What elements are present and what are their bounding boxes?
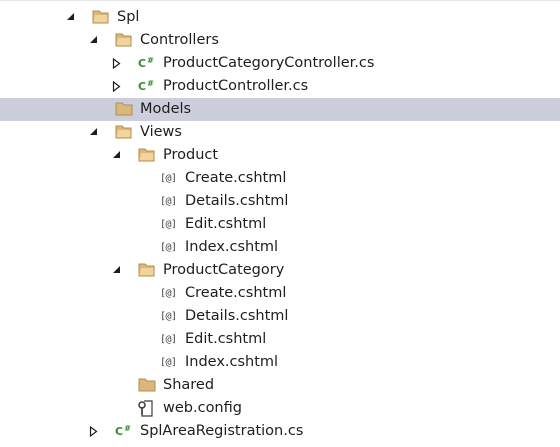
tree-item-product-index[interactable]: [@] Index.cshtml xyxy=(0,236,560,259)
tree-item-controllers[interactable]: Controllers xyxy=(0,29,560,52)
tree-item-productcategorycontroller[interactable]: C# ProductCategoryController.cs xyxy=(0,52,560,75)
solution-explorer-tree: Spl Controllers C# ProductCategoryContro… xyxy=(0,0,560,447)
expanded-arrow-icon[interactable] xyxy=(112,259,124,282)
tree-item-productcontroller[interactable]: C# ProductController.cs xyxy=(0,75,560,98)
folder-open-icon xyxy=(115,124,133,141)
collapsed-arrow-icon[interactable] xyxy=(112,75,124,98)
csharp-file-icon: C# xyxy=(138,79,154,93)
tree-item-productcategory-index[interactable]: [@] Index.cshtml xyxy=(0,351,560,374)
folder-open-icon xyxy=(115,32,133,49)
folder-open-icon xyxy=(138,262,156,279)
folder-open-icon xyxy=(138,147,156,164)
tree-item-shared[interactable]: Shared xyxy=(0,374,560,397)
top-divider xyxy=(0,0,560,1)
folder-icon xyxy=(115,101,133,118)
cshtml-file-icon: [@] xyxy=(160,288,177,299)
csharp-file-icon: C# xyxy=(138,56,154,70)
tree-item-product-edit[interactable]: [@] Edit.cshtml xyxy=(0,213,560,236)
tree-item-label: Spl xyxy=(117,9,140,25)
tree-item-label: Index.cshtml xyxy=(185,354,279,370)
tree-item-label: ProductCategoryController.cs xyxy=(163,55,375,71)
cshtml-file-icon: [@] xyxy=(160,196,177,207)
tree-item-label: Product xyxy=(163,147,219,163)
tree-item-views[interactable]: Views xyxy=(0,121,560,144)
tree-item-label: web.config xyxy=(163,400,242,416)
tree-item-spl[interactable]: Spl xyxy=(0,6,560,29)
tree-item-label: Edit.cshtml xyxy=(185,216,267,232)
expanded-arrow-icon[interactable] xyxy=(112,144,124,167)
cshtml-file-icon: [@] xyxy=(160,173,177,184)
cshtml-file-icon: [@] xyxy=(160,357,177,368)
tree-item-splarearegistration[interactable]: C# SplAreaRegistration.cs xyxy=(0,420,560,443)
tree-item-product-details[interactable]: [@] Details.cshtml xyxy=(0,190,560,213)
tree-item-productcategory-edit[interactable]: [@] Edit.cshtml xyxy=(0,328,560,351)
tree-item-productcategory-create[interactable]: [@] Create.cshtml xyxy=(0,282,560,305)
collapsed-arrow-icon[interactable] xyxy=(112,52,124,75)
folder-icon xyxy=(138,377,156,394)
expanded-arrow-icon[interactable] xyxy=(89,29,101,52)
config-file-icon xyxy=(138,400,156,417)
tree-item-productcategory-details[interactable]: [@] Details.cshtml xyxy=(0,305,560,328)
cshtml-file-icon: [@] xyxy=(160,219,177,230)
tree-item-product-create[interactable]: [@] Create.cshtml xyxy=(0,167,560,190)
tree-item-product-folder[interactable]: Product xyxy=(0,144,560,167)
tree-item-label: SplAreaRegistration.cs xyxy=(140,423,304,439)
tree-item-label: Controllers xyxy=(140,32,219,48)
expanded-arrow-icon[interactable] xyxy=(89,121,101,144)
tree-item-models[interactable]: Models xyxy=(0,98,560,121)
csharp-file-icon: C# xyxy=(115,424,131,438)
expanded-arrow-icon[interactable] xyxy=(66,6,78,29)
tree-item-label: ProductCategory xyxy=(163,262,285,278)
tree-item-label: Edit.cshtml xyxy=(185,331,267,347)
tree-item-label: Models xyxy=(140,101,192,117)
tree-item-label: Shared xyxy=(163,377,215,393)
cshtml-file-icon: [@] xyxy=(160,311,177,322)
tree-item-label: Create.cshtml xyxy=(185,170,287,186)
tree-item-label: Views xyxy=(140,124,182,140)
collapsed-arrow-icon[interactable] xyxy=(89,420,101,443)
tree-item-label: Details.cshtml xyxy=(185,193,289,209)
tree-item-label: ProductController.cs xyxy=(163,78,309,94)
tree-item-label: Index.cshtml xyxy=(185,239,279,255)
tree-item-productcategory-folder[interactable]: ProductCategory xyxy=(0,259,560,282)
tree-item-web-config[interactable]: web.config xyxy=(0,397,560,420)
tree-item-label: Create.cshtml xyxy=(185,285,287,301)
cshtml-file-icon: [@] xyxy=(160,242,177,253)
cshtml-file-icon: [@] xyxy=(160,334,177,345)
folder-open-icon xyxy=(92,9,110,26)
tree-item-label: Details.cshtml xyxy=(185,308,289,324)
